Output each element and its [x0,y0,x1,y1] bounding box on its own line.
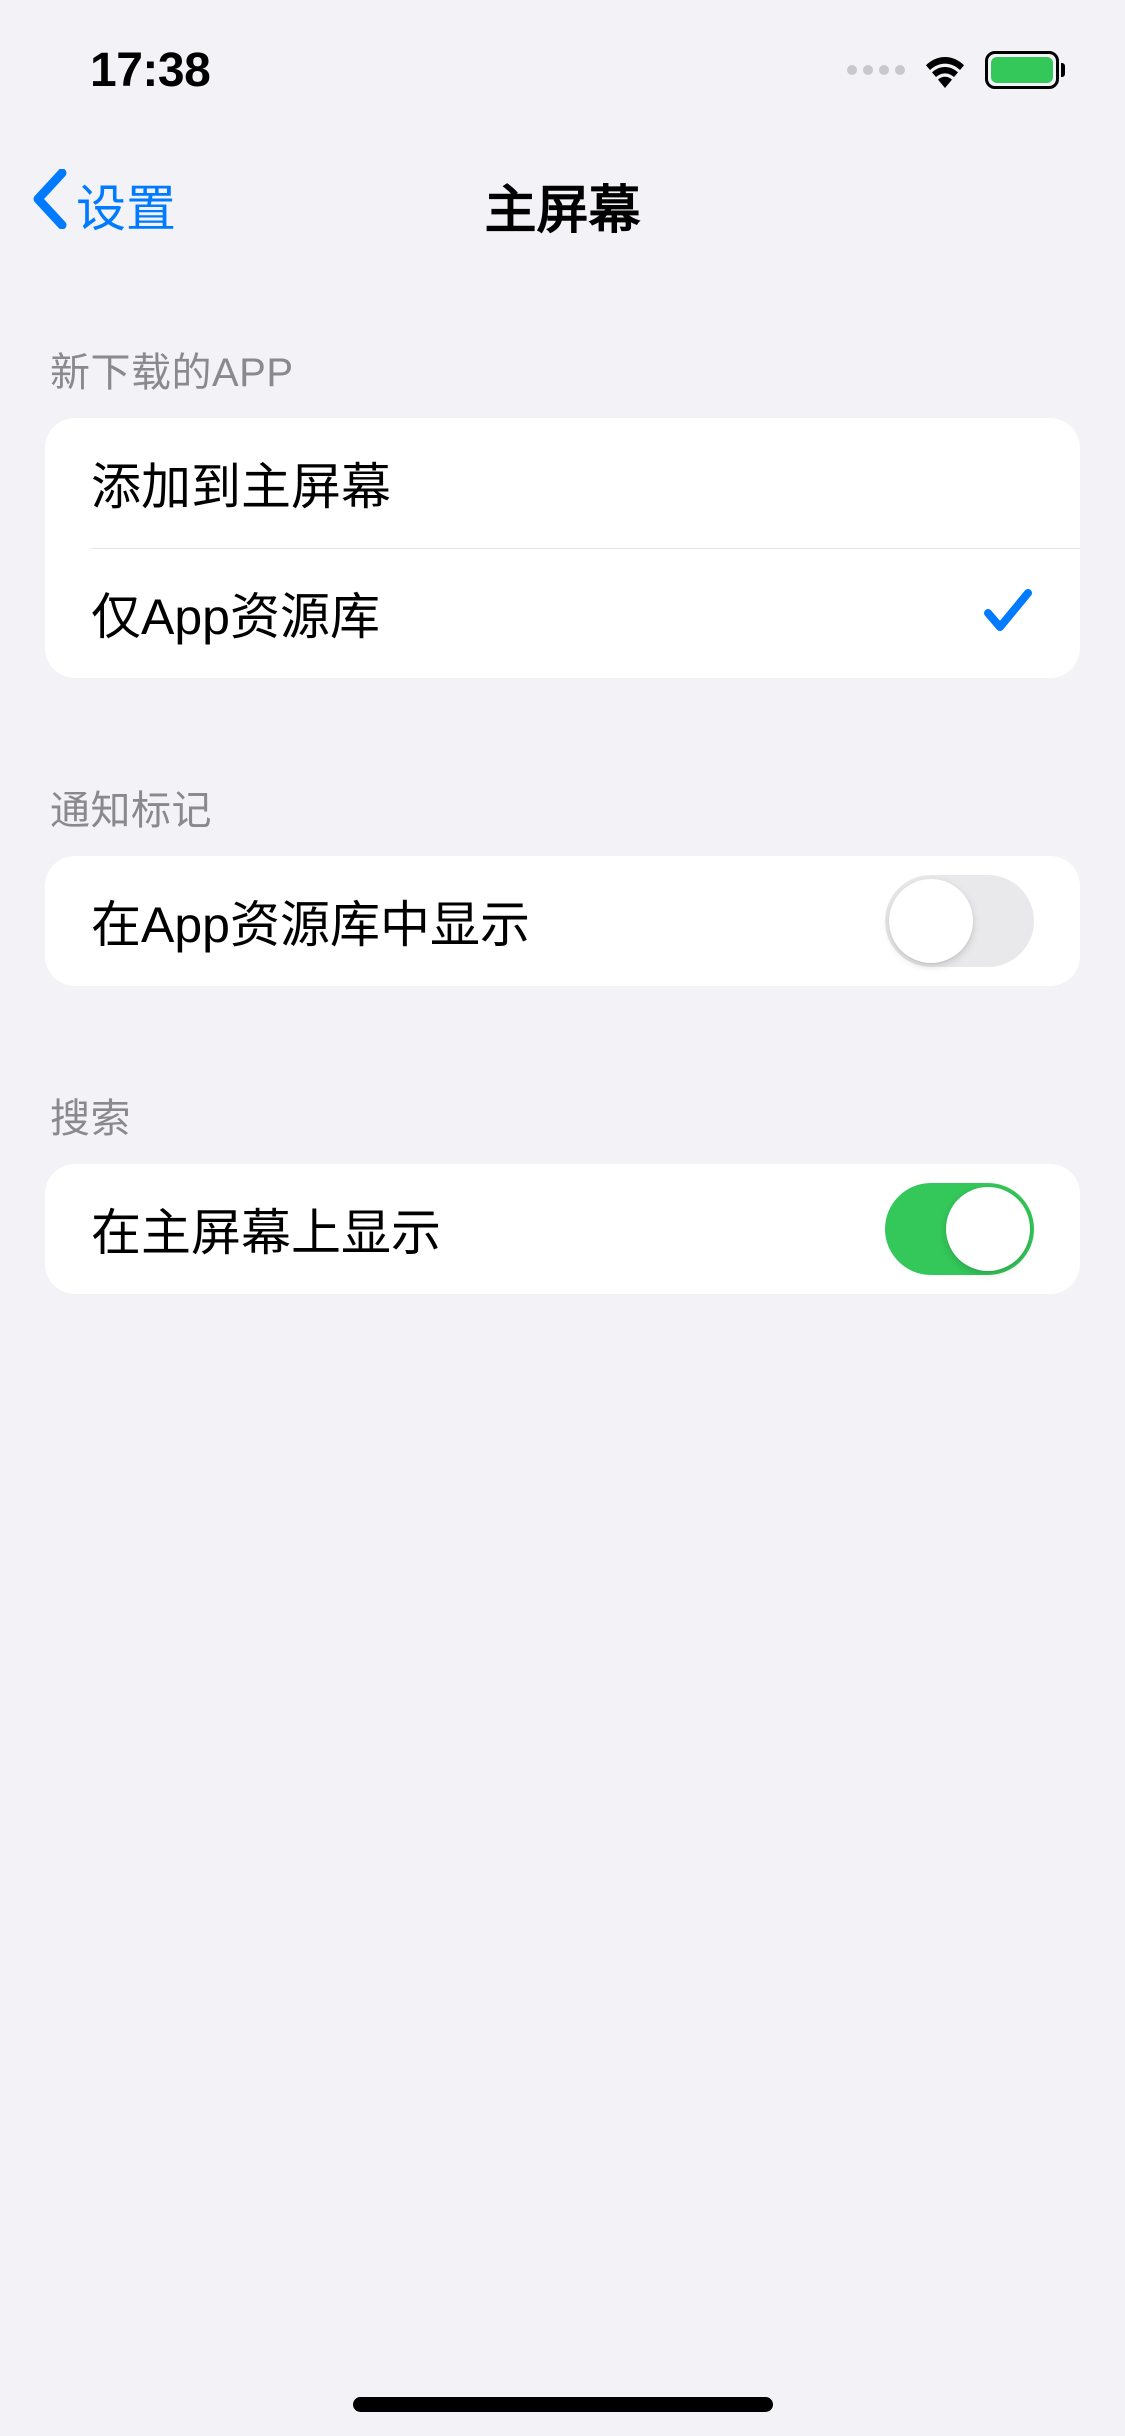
status-time: 17:38 [90,43,210,98]
option-app-library-only[interactable]: 仅App资源库 [45,548,1080,678]
option-add-to-home[interactable]: 添加到主屏幕 [45,418,1080,548]
nav-bar: 设置 主屏幕 [0,140,1125,270]
group-search: 在主屏幕上显示 [45,1164,1080,1294]
toggle-label: 在App资源库中显示 [91,885,530,957]
group-badges: 在App资源库中显示 [45,856,1080,986]
section-header-badges: 通知标记 [0,758,1125,856]
section-header-new-apps: 新下载的APP [0,320,1125,418]
section-header-search: 搜索 [0,1066,1125,1164]
checkmark-icon [982,587,1034,640]
home-indicator[interactable] [353,2397,773,2412]
chevron-left-icon [32,169,68,241]
content: 新下载的APP 添加到主屏幕 仅App资源库 通知标记 在App资源库中显示 搜… [0,270,1125,1294]
toggle-show-on-home[interactable] [885,1183,1034,1275]
signal-dots-icon [847,65,905,75]
option-label: 添加到主屏幕 [91,447,391,519]
status-indicators [847,51,1065,89]
row-show-on-home: 在主屏幕上显示 [45,1164,1080,1294]
back-button[interactable]: 设置 [20,169,176,241]
toggle-label: 在主屏幕上显示 [91,1193,441,1265]
back-label: 设置 [76,169,176,241]
row-show-in-app-library: 在App资源库中显示 [45,856,1080,986]
toggle-show-in-app-library[interactable] [885,875,1034,967]
status-bar: 17:38 [0,0,1125,140]
option-label: 仅App资源库 [91,577,380,649]
page-title: 主屏幕 [484,168,640,243]
wifi-icon [921,52,969,88]
battery-icon [985,51,1065,89]
group-new-apps: 添加到主屏幕 仅App资源库 [45,418,1080,678]
